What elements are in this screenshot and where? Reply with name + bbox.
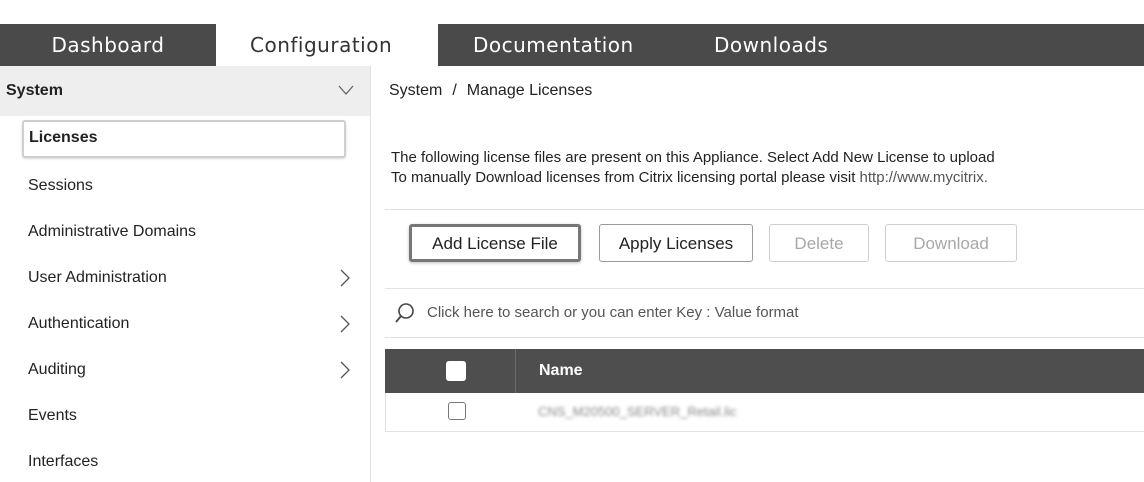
apply-licenses-button[interactable]: Apply Licenses xyxy=(599,224,753,262)
sidebar-item-label: Administrative Domains xyxy=(28,223,197,240)
tab-documentation[interactable]: Documentation xyxy=(473,24,634,66)
download-button[interactable]: Download xyxy=(885,224,1017,262)
tab-configuration[interactable]: Configuration xyxy=(216,24,438,66)
sidebar-item-label: Authentication xyxy=(28,315,130,332)
sidebar-item-auditing[interactable]: Auditing xyxy=(28,352,350,388)
chevron-right-icon xyxy=(340,315,350,333)
sidebar-item-label: User Administration xyxy=(28,269,167,286)
tab-downloads[interactable]: Downloads xyxy=(714,24,828,66)
delete-button[interactable]: Delete xyxy=(769,224,869,262)
table-row[interactable]: CNS_M20500_SERVER_Retail.lic xyxy=(385,393,1144,432)
chevron-right-icon xyxy=(340,361,350,379)
header-divider xyxy=(515,349,516,393)
chevron-right-icon xyxy=(340,269,350,287)
breadcrumb-separator: / xyxy=(452,82,457,99)
add-license-file-button[interactable]: Add License File xyxy=(409,224,581,262)
sidebar-item-label: Events xyxy=(28,407,77,424)
sidebar-section-header[interactable]: System xyxy=(0,66,370,116)
sidebar-item-label: Sessions xyxy=(28,177,93,194)
sidebar-item-events[interactable]: Events xyxy=(28,398,348,434)
license-file-name: CNS_M20500_SERVER_Retail.lic xyxy=(538,404,737,419)
sidebar-item-administrative-domains[interactable]: Administrative Domains xyxy=(28,214,348,250)
mycitrix-link[interactable]: http://www.mycitrix. xyxy=(860,169,988,186)
description-line-2: To manually Download licenses from Citri… xyxy=(391,168,995,188)
sidebar-item-label: Licenses xyxy=(29,129,98,146)
search-bar[interactable]: Click here to search or you can enter Ke… xyxy=(385,288,1144,338)
sidebar-item-user-administration[interactable]: User Administration xyxy=(28,260,350,296)
description-line-1: The following license files are present … xyxy=(391,149,995,166)
row-checkbox[interactable] xyxy=(448,402,466,420)
description-line-2-text: To manually Download licenses from Citri… xyxy=(391,169,856,186)
breadcrumb-parent[interactable]: System xyxy=(389,82,442,99)
sidebar-item-sessions[interactable]: Sessions xyxy=(28,168,348,204)
sidebar-item-authentication[interactable]: Authentication xyxy=(28,306,350,342)
sidebar-item-interfaces[interactable]: Interfaces xyxy=(28,444,348,480)
cropped-caption xyxy=(0,0,1144,24)
licenses-table: Name CNS_M20500_SERVER_Retail.lic xyxy=(385,349,1144,432)
top-nav: Dashboard Configuration Documentation Do… xyxy=(0,24,1144,66)
tab-dashboard[interactable]: Dashboard xyxy=(0,24,216,66)
main-content: System / Manage Licenses The following lic… xyxy=(371,66,1144,482)
sidebar-item-licenses[interactable]: Licenses xyxy=(22,120,346,158)
breadcrumb-current: Manage Licenses xyxy=(466,82,593,99)
column-header-name[interactable]: Name xyxy=(539,362,583,380)
toolbar: Add License File Apply Licenses Delete D… xyxy=(385,209,1144,274)
page-description: The following license files are present … xyxy=(391,148,995,188)
search-icon xyxy=(395,303,414,323)
sidebar-item-label: Interfaces xyxy=(28,453,99,470)
table-header: Name xyxy=(385,349,1144,393)
select-all-checkbox[interactable] xyxy=(446,361,466,381)
sidebar-section-title: System xyxy=(6,82,63,99)
sidebar: System Licenses Sessions Administrative … xyxy=(0,66,371,482)
search-input[interactable]: Click here to search or you can enter Ke… xyxy=(427,304,799,321)
chevron-down-icon[interactable] xyxy=(338,83,354,97)
sidebar-item-label: Auditing xyxy=(28,361,86,378)
breadcrumb: System / Manage Licenses xyxy=(389,82,592,100)
